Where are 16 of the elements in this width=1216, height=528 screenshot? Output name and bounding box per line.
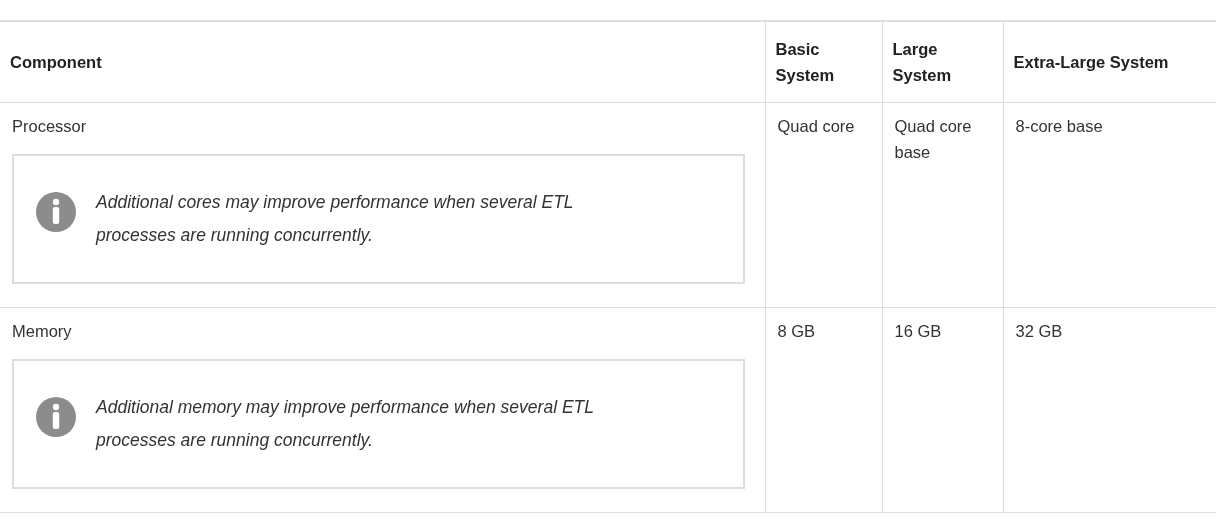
column-header: Basic System	[765, 21, 882, 103]
table-cell: 32 GB	[1015, 322, 1063, 340]
column-header: Large System	[882, 21, 1003, 103]
table-cell: 8 GB	[777, 322, 816, 340]
note-text: Additional memory may improve performance when several ETL processes are running concurrently.	[96, 396, 595, 452]
table-cell: 8-core base	[1015, 117, 1103, 135]
table-cell: 16 GB	[894, 322, 942, 340]
info-icon	[36, 192, 76, 232]
column-header: Component	[0, 21, 765, 103]
table-cell: Quad core	[777, 117, 855, 135]
table-cell: Quad core base	[894, 117, 972, 161]
component-name: Memory	[12, 321, 73, 342]
column-header: Extra-Large System	[1003, 21, 1216, 103]
info-icon	[36, 397, 76, 437]
note-text: Additional cores may improve performance when several ETL processes are running concurrently.	[96, 191, 575, 247]
component-name: Processor	[12, 116, 88, 137]
